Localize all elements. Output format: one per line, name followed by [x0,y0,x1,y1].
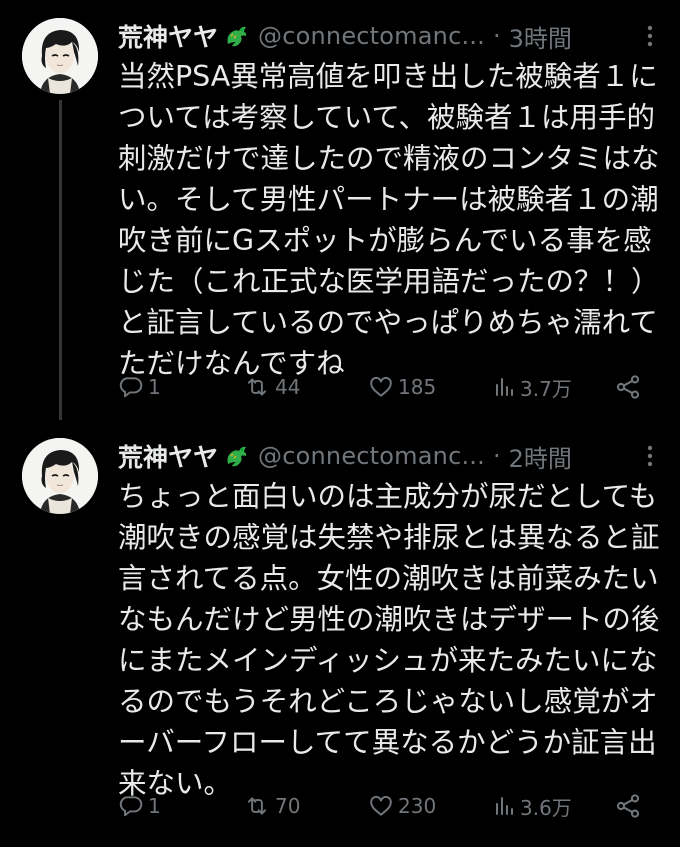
views-chart-icon [496,797,513,815]
reply-count: 1 [148,375,161,399]
anime-avatar-icon [22,18,98,94]
like-button[interactable]: 230 [368,786,436,826]
display-name[interactable]: 荒神ヤヤ [118,438,218,474]
retweet-icon [247,378,267,396]
anime-avatar-icon [22,438,98,514]
reply-button[interactable]: 1 [118,786,161,826]
timestamp[interactable]: 3時間 [509,19,572,54]
share-icon [616,794,640,818]
reply-button[interactable]: 1 [118,367,161,407]
thread-connector-line [59,100,62,420]
more-dots-icon[interactable] [638,22,662,50]
retweet-count: 70 [275,794,301,818]
user-handle[interactable]: @connectomanc... [258,22,485,50]
reply-count: 1 [148,794,161,818]
retweet-button[interactable]: 70 [243,786,300,826]
views-button[interactable]: 3.7万 [492,367,572,407]
view-count: 3.7万 [520,376,572,401]
timestamp[interactable]: 2時間 [509,439,572,474]
separator-dot: · [492,442,501,470]
tweet-actions: 1 44 185 3.7万 [118,367,648,407]
tweet-header: 荒神ヤヤ @connectomanc... · 2時間 [118,434,658,478]
more-dots-icon[interactable] [638,442,662,470]
share-button[interactable] [614,367,642,407]
retweet-button[interactable]: 44 [243,367,300,407]
retweet-count: 44 [275,375,301,399]
like-button[interactable]: 185 [368,367,436,407]
separator-dot: · [492,22,501,50]
share-button[interactable] [614,786,642,826]
reply-icon [119,796,143,817]
heart-icon [370,795,392,816]
tweet-text: ちょっと面白いのは主成分が尿だとしても 潮吹きの感覚は失禁や排尿とは異なると証 … [118,480,660,800]
avatar[interactable] [22,438,98,514]
avatar[interactable] [22,18,98,94]
user-handle[interactable]: @connectomanc... [258,442,485,470]
like-count: 185 [398,375,437,399]
dragon-badge-icon [222,22,250,50]
like-count: 230 [398,794,437,818]
tweet-text: 当然PSA異常高値を叩き出した被験者１に ついては考察していて、被験者１は用手的… [118,60,660,380]
tweet-header: 荒神ヤヤ @connectomanc... · 3時間 [118,14,658,58]
display-name[interactable]: 荒神ヤヤ [118,18,218,54]
tweet-actions: 1 70 230 3.6万 [118,786,648,826]
views-chart-icon [496,378,513,396]
reply-icon [119,377,143,398]
view-count: 3.6万 [520,795,572,820]
retweet-icon [247,797,267,815]
dragon-badge-icon [222,442,250,470]
views-button[interactable]: 3.6万 [492,786,572,826]
heart-icon [370,376,392,397]
share-icon [616,375,640,399]
